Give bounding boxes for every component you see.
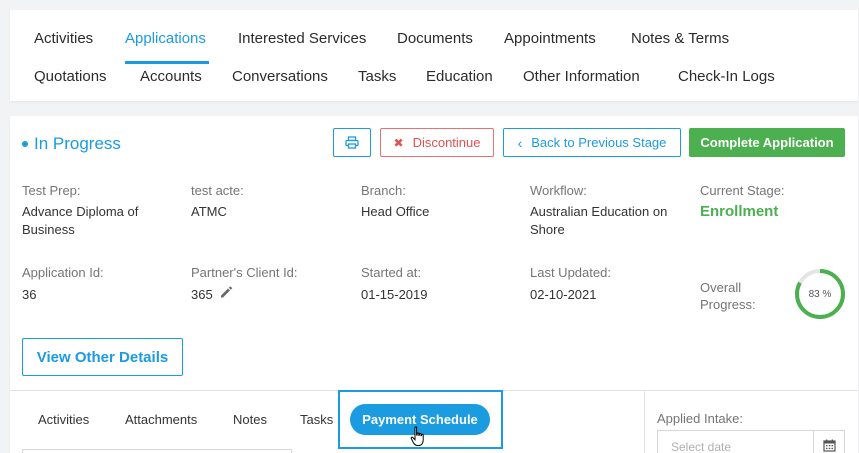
applied-intake-date-input[interactable]: Select date [657,430,814,453]
test-acte-label: test acte: [191,183,244,198]
tab-education[interactable]: Education [426,68,493,85]
workflow-value: Australian Education on Shore [530,204,668,237]
chevron-left-icon: ‹ [517,134,523,151]
tab-tasks[interactable]: Tasks [358,68,396,85]
branch-value: Head Office [361,204,430,219]
discontinue-button[interactable]: ✖ Discontinue [380,128,494,157]
edit-pencil-icon[interactable] [219,285,233,299]
overall-progress-text: 83 % [808,288,832,300]
profile-tabs-card [10,10,858,101]
tab-quotations[interactable]: Quotations [34,68,107,85]
subtab-tasks[interactable]: Tasks [300,412,333,427]
tab-notes-terms[interactable]: Notes & Terms [631,30,729,47]
tab-check-in-logs[interactable]: Check-In Logs [678,68,775,85]
print-button[interactable] [333,128,371,157]
complete-application-button[interactable]: Complete Application [689,128,845,157]
tab-documents[interactable]: Documents [397,30,473,47]
calendar-icon [822,439,836,452]
status-dot-icon [22,141,28,147]
hand-pointer-cursor-icon [410,426,424,446]
complete-label: Complete Application [700,135,834,150]
subtab-attachments[interactable]: Attachments [125,412,197,427]
tab-accounts[interactable]: Accounts [140,68,202,85]
status-text: In Progress [34,134,121,153]
view-other-details-button[interactable]: View Other Details [22,338,183,376]
partner-client-id-value: 365 [191,287,213,302]
branch-label: Branch: [361,183,406,198]
application-id-value: 36 [22,287,37,302]
tab-other-information[interactable]: Other Information [523,68,640,85]
current-stage-value: Enrollment [700,203,779,220]
tab-appointments[interactable]: Appointments [504,30,596,47]
tab-interested-services[interactable]: Interested Services [238,30,366,47]
last-updated-value: 02-10-2021 [530,287,597,302]
started-at-value: 01-15-2019 [361,287,428,302]
back-to-previous-stage-button[interactable]: ‹ Back to Previous Stage [503,128,681,157]
test-acte-value: ATMC [191,204,227,219]
application-status: In Progress [22,134,121,154]
back-label: Back to Previous Stage [531,135,667,150]
last-updated-label: Last Updated: [530,265,611,280]
current-stage-label: Current Stage: [700,183,785,198]
applied-intake-label: Applied Intake: [657,411,744,426]
subtab-notes[interactable]: Notes [233,412,267,427]
active-tab-indicator [125,61,209,64]
calendar-button[interactable] [813,430,845,453]
partner-client-id-label: Partner's Client Id: [191,265,298,280]
started-at-label: Started at: [361,265,421,280]
search-field-partial[interactable] [22,449,292,453]
tab-activities[interactable]: Activities [34,30,93,47]
test-prep-label: Test Prep: [22,183,81,198]
printer-icon [345,136,359,149]
workflow-label: Workflow: [530,183,587,198]
application-id-label: Application Id: [22,265,104,280]
column-divider [644,390,645,453]
test-prep-value: Advance Diploma of Business [22,204,139,237]
subtab-activities[interactable]: Activities [38,412,89,427]
overall-progress-label: Overall Progress: [700,280,756,312]
tab-conversations[interactable]: Conversations [232,68,328,85]
discontinue-label: Discontinue [412,135,481,150]
close-icon: ✖ [393,135,404,150]
tab-applications[interactable]: Applications [125,30,206,47]
